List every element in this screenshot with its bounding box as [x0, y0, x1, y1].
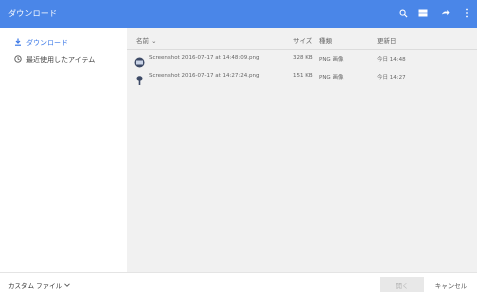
- window-title: ダウンロード: [8, 9, 58, 18]
- file-date: 今日 14:48: [377, 57, 406, 63]
- file-type-label: カスタム ファイル: [8, 282, 63, 290]
- more-vert-icon[interactable]: [460, 6, 474, 20]
- dialog-footer: カスタム ファイル 開く キャンセル: [0, 272, 477, 295]
- table-row[interactable]: Screenshot 2016-07-17 at 14:48:09.png 32…: [127, 50, 477, 68]
- sidebar-item-recent[interactable]: 最近使用したアイテム: [14, 53, 95, 67]
- search-icon[interactable]: [396, 6, 410, 20]
- file-name: Screenshot 2016-07-17 at 14:27:24.png: [149, 73, 260, 79]
- column-header-size[interactable]: サイズ: [293, 35, 312, 45]
- title-bar: ダウンロード: [0, 0, 477, 28]
- file-type: PNG 画像: [319, 57, 344, 63]
- file-name: Screenshot 2016-07-17 at 14:48:09.png: [149, 55, 260, 61]
- sidebar-item-downloads[interactable]: ダウンロード: [14, 36, 68, 50]
- download-icon: [14, 38, 22, 48]
- cancel-button[interactable]: キャンセル: [428, 277, 474, 292]
- share-icon[interactable]: [438, 6, 452, 20]
- file-list: 名前 ⌄ サイズ 種類 更新日 Screenshot 2016-07-17 at…: [127, 28, 477, 272]
- sidebar-item-label: ダウンロード: [26, 39, 68, 47]
- table-row[interactable]: Screenshot 2016-07-17 at 14:27:24.png 15…: [127, 68, 477, 86]
- recent-clock-icon: [14, 55, 22, 65]
- image-thumbnail-icon: [134, 53, 145, 68]
- sidebar-item-label: 最近使用したアイテム: [26, 56, 96, 64]
- image-thumbnail-icon: [134, 71, 145, 85]
- file-type-dropdown[interactable]: カスタム ファイル: [8, 280, 70, 290]
- open-button[interactable]: 開く: [380, 277, 424, 292]
- file-picker-window: ダウンロード ダウンロード 最近使用したアイテム 名前 ⌄ サイズ 種類 更新日…: [0, 0, 477, 295]
- column-header-date[interactable]: 更新日: [377, 35, 397, 45]
- view-grid-icon[interactable]: [416, 6, 430, 20]
- file-size: 328 KB: [293, 55, 313, 61]
- file-type: PNG 画像: [319, 75, 344, 81]
- column-header-name[interactable]: 名前 ⌄: [136, 35, 157, 45]
- file-date: 今日 14:27: [377, 75, 406, 81]
- file-size: 151 KB: [293, 73, 313, 79]
- chevron-down-icon: [64, 281, 70, 289]
- sidebar: ダウンロード 最近使用したアイテム: [0, 28, 127, 272]
- column-header-type[interactable]: 種類: [319, 35, 332, 45]
